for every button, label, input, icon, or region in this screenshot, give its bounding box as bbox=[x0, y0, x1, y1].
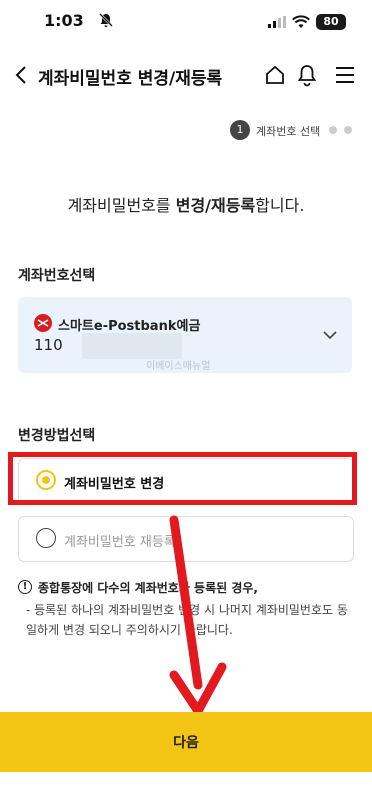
account-section-label: 계좌번호선택 bbox=[18, 268, 96, 284]
status-time: 1:03 bbox=[44, 11, 84, 30]
headline-suffix: 합니다. bbox=[255, 196, 305, 215]
step-label: 계좌번호 선택 bbox=[256, 125, 321, 138]
chevron-down-icon[interactable] bbox=[322, 330, 338, 340]
annotation-arrow bbox=[169, 515, 227, 715]
headline: 계좌비밀번호를 변경/재등록합니다. bbox=[0, 192, 372, 216]
radio-selected[interactable] bbox=[36, 470, 56, 490]
headline-bold: 변경/재등록 bbox=[175, 196, 256, 215]
battery-indicator: 80 bbox=[316, 14, 346, 30]
account-name: 스마트e-Postbank예금 bbox=[58, 319, 201, 334]
hamburger-menu-icon[interactable] bbox=[334, 65, 356, 85]
back-arrow-icon[interactable] bbox=[12, 64, 32, 86]
annotation-highlight-box bbox=[8, 452, 357, 505]
notification-bell-icon[interactable] bbox=[296, 63, 318, 87]
step-dot bbox=[344, 126, 352, 134]
headline-prefix: 계좌비밀번호를 bbox=[67, 196, 176, 215]
bank-logo-icon bbox=[34, 314, 52, 332]
page-title: 계좌비밀번호 변경/재등록 bbox=[38, 69, 223, 89]
watermark-text: 이베이스매뉴얼 bbox=[146, 361, 211, 372]
account-number: 110 bbox=[34, 336, 63, 354]
masked-account-digits bbox=[82, 333, 182, 359]
radio-unselected[interactable] bbox=[36, 528, 56, 548]
bell-off-icon bbox=[99, 13, 113, 27]
method-section-label: 변경방법선택 bbox=[18, 428, 96, 444]
info-icon: ! bbox=[18, 580, 32, 594]
step-dot bbox=[329, 126, 337, 134]
next-button[interactable]: 다음 bbox=[0, 712, 372, 772]
wifi-icon bbox=[292, 15, 310, 28]
option-change-label: 계좌비밀번호 변경 bbox=[64, 477, 165, 492]
home-indicator-area bbox=[0, 772, 372, 800]
option-reregister-label: 계좌비밀번호 재등록 bbox=[64, 535, 176, 550]
step-number: 1 bbox=[230, 120, 250, 140]
signal-icon bbox=[268, 16, 286, 28]
home-icon[interactable] bbox=[264, 64, 286, 86]
